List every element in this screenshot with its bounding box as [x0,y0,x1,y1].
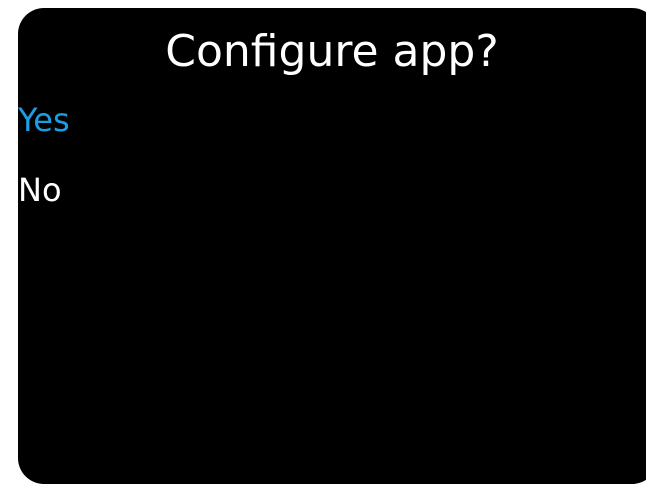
dialog-title: Configure app? [165,26,499,77]
option-no[interactable]: No [18,170,62,210]
option-yes[interactable]: Yes [18,100,70,140]
device-screen: Configure app? Yes No [18,8,646,484]
